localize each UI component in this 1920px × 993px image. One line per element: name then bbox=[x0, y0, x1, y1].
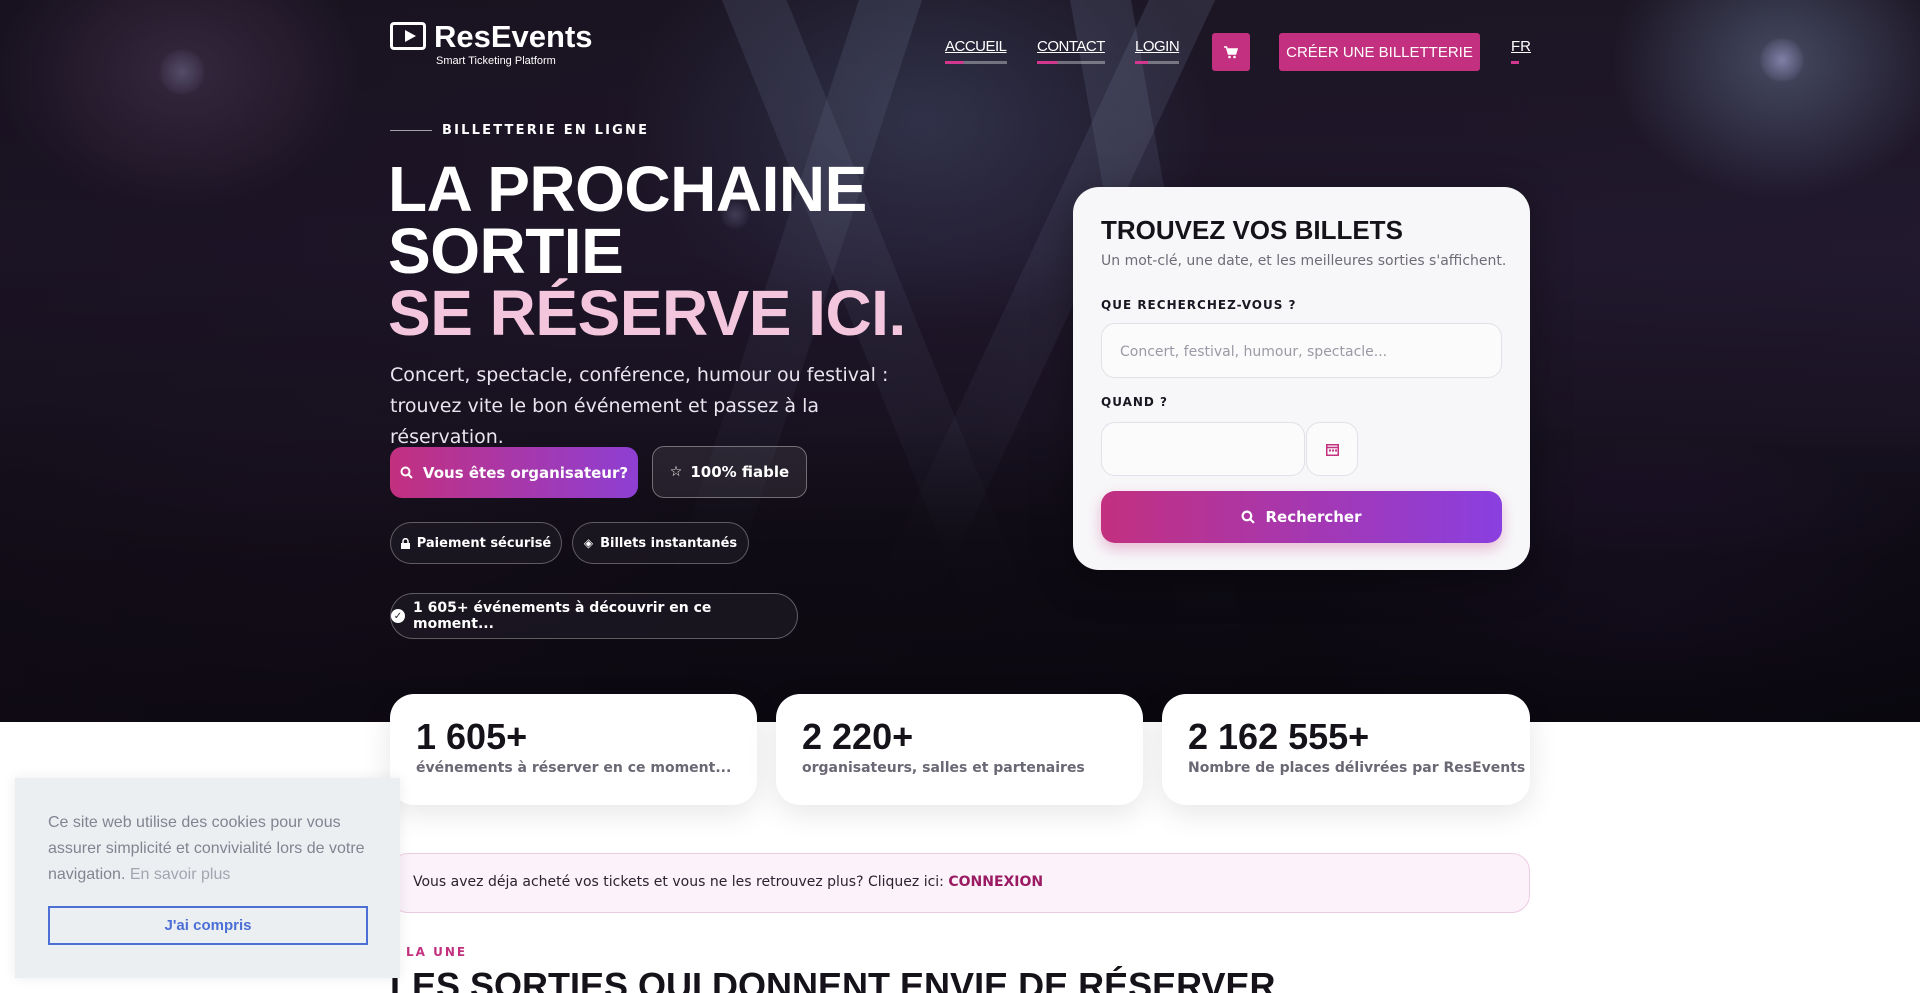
brand-name: ResEvents bbox=[434, 19, 593, 54]
search-card: TROUVEZ VOS BILLETS Un mot-clé, une date… bbox=[1073, 187, 1530, 570]
section-kicker: LA UNE bbox=[406, 945, 468, 959]
search-card-title: TROUVEZ VOS BILLETS bbox=[1101, 215, 1403, 245]
pill-secure-label: Paiement sécurisé bbox=[416, 535, 552, 551]
stat-number: 2 162 555+ bbox=[1188, 716, 1370, 757]
what-label: QUE RECHERCHEZ-VOUS ? bbox=[1101, 298, 1297, 312]
organizer-button-label: Vous êtes organisateur? bbox=[422, 463, 629, 482]
language-selector[interactable]: FR bbox=[1511, 38, 1531, 64]
nav-contact[interactable]: CONTACT bbox=[1037, 38, 1105, 64]
calendar-button[interactable] bbox=[1306, 422, 1358, 476]
cookie-accept-button[interactable]: J'ai compris bbox=[48, 906, 368, 945]
cart-icon bbox=[1224, 45, 1238, 58]
search-card-subtitle: Un mot-clé, une date, et les meilleures … bbox=[1101, 253, 1507, 269]
lock-icon bbox=[400, 537, 410, 549]
trust-button[interactable]: ☆ 100% fiable bbox=[652, 446, 807, 498]
cookie-banner: Ce site web utilise des cookies pour vou… bbox=[15, 778, 400, 978]
search-icon bbox=[1242, 510, 1256, 524]
hero-title-line1: LA PROCHAINE bbox=[388, 153, 867, 225]
cart-button[interactable] bbox=[1212, 33, 1250, 71]
calendar-icon bbox=[1325, 443, 1339, 456]
ticket-recovery-notice: Vous avez déja acheté vos tickets et vou… bbox=[390, 853, 1530, 913]
brand-tagline: Smart Ticketing Platform bbox=[436, 55, 556, 67]
pill-instant-tickets: ◈ Billets instantanés bbox=[572, 522, 749, 564]
cookie-message: Ce site web utilise des cookies pour vou… bbox=[48, 810, 378, 888]
kicker-line bbox=[390, 130, 432, 131]
trust-button-label: 100% fiable bbox=[690, 463, 790, 481]
play-logo-icon bbox=[390, 22, 426, 50]
hero-title-line3: SE RÉSERVE ICI. bbox=[388, 277, 906, 349]
cookie-learn-more-link[interactable]: En savoir plus bbox=[130, 866, 231, 883]
ticket-icon: ◈ bbox=[583, 536, 594, 550]
date-input[interactable] bbox=[1101, 422, 1305, 476]
stat-caption: événements à réserver en ce moment... bbox=[416, 760, 732, 776]
stat-caption: organisateurs, salles et partenaires bbox=[802, 760, 1085, 776]
search-submit-label: Rechercher bbox=[1265, 508, 1362, 526]
star-icon: ☆ bbox=[669, 464, 683, 480]
pill-instant-label: Billets instantanés bbox=[600, 535, 738, 551]
section-title: LES SORTIES QUI DONNENT ENVIE DE RÉSERVE… bbox=[390, 965, 1276, 993]
stat-card-organizers: 2 220+ organisateurs, salles et partenai… bbox=[776, 694, 1143, 805]
search-input[interactable]: Concert, festival, humour, spectacle... bbox=[1101, 323, 1502, 378]
hero-lead-line1: Concert, spectacle, conférence, humour o… bbox=[390, 364, 889, 386]
stat-number: 2 220+ bbox=[802, 716, 914, 757]
stat-caption: Nombre de places délivrées par ResEvents bbox=[1188, 760, 1526, 776]
kicker-text: BILLETTERIE EN LIGNE bbox=[442, 123, 650, 138]
nav-login[interactable]: LOGIN bbox=[1135, 38, 1180, 64]
search-submit-button[interactable]: Rechercher bbox=[1101, 491, 1502, 543]
events-count-label: 1 605+ événements à découvrir en ce mome… bbox=[413, 600, 712, 632]
brand-logo[interactable]: ResEvents Smart Ticketing Platform bbox=[390, 19, 593, 67]
organizer-button[interactable]: Vous êtes organisateur? bbox=[390, 447, 638, 498]
stat-card-tickets: 2 162 555+ Nombre de places délivrées pa… bbox=[1162, 694, 1530, 805]
search-icon bbox=[400, 466, 413, 479]
hero-kicker: BILLETTERIE EN LIGNE bbox=[390, 123, 649, 138]
hero-lead-line2: trouvez vite le bon événement et passez … bbox=[390, 395, 820, 448]
hero-overlay bbox=[0, 0, 1920, 722]
notice-text: Vous avez déja acheté vos tickets et vou… bbox=[413, 874, 949, 890]
check-circle-icon: ✓ bbox=[391, 609, 405, 623]
create-ticketing-button[interactable]: CRÉER UNE BILLETTERIE bbox=[1279, 33, 1480, 71]
when-label: QUAND ? bbox=[1101, 395, 1169, 409]
hero-title: LA PROCHAINE SORTIE SE RÉSERVE ICI. bbox=[388, 153, 906, 349]
nav-accueil[interactable]: ACCUEIL bbox=[945, 38, 1007, 64]
stat-number: 1 605+ bbox=[416, 716, 528, 757]
stat-card-events: 1 605+ événements à réserver en ce momen… bbox=[390, 694, 757, 805]
hero-title-line2: SORTIE bbox=[388, 215, 624, 287]
hero-background bbox=[0, 0, 1920, 722]
connexion-link[interactable]: CONNEXION bbox=[948, 874, 1043, 890]
events-count-pill: ✓ 1 605+ événements à découvrir en ce mo… bbox=[390, 593, 798, 639]
hero-lead: Concert, spectacle, conférence, humour o… bbox=[390, 360, 930, 453]
pill-secure-payment: Paiement sécurisé bbox=[390, 522, 562, 564]
